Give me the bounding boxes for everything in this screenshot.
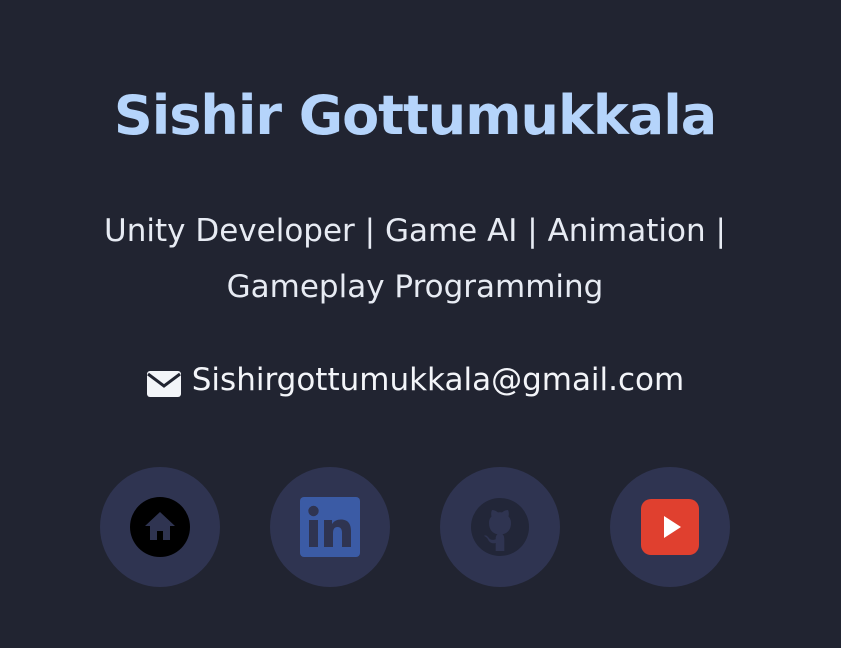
envelope-icon	[146, 366, 182, 397]
email-link[interactable]: Sishirgottumukkala@gmail.com	[0, 358, 830, 402]
linkedin-button[interactable]	[270, 467, 390, 587]
linkedin-icon	[299, 496, 361, 558]
profile-tagline: Unity Developer | Game AI | Animation | …	[95, 203, 735, 315]
home-button[interactable]	[100, 467, 220, 587]
github-icon	[469, 496, 531, 558]
profile-name: Sishir Gottumukkala	[113, 84, 717, 147]
tagline-line-2: Gameplay Programming	[226, 269, 604, 305]
email-text[interactable]: Sishirgottumukkala@gmail.com	[192, 358, 684, 402]
github-button[interactable]	[440, 467, 560, 587]
tagline-line-1: Unity Developer | Game AI | Animation |	[104, 213, 726, 249]
home-icon	[129, 496, 191, 558]
youtube-icon	[639, 496, 701, 558]
youtube-button[interactable]	[610, 467, 730, 587]
profile-card: Sishir Gottumukkala Unity Developer | Ga…	[0, 0, 841, 648]
social-links	[100, 467, 730, 587]
